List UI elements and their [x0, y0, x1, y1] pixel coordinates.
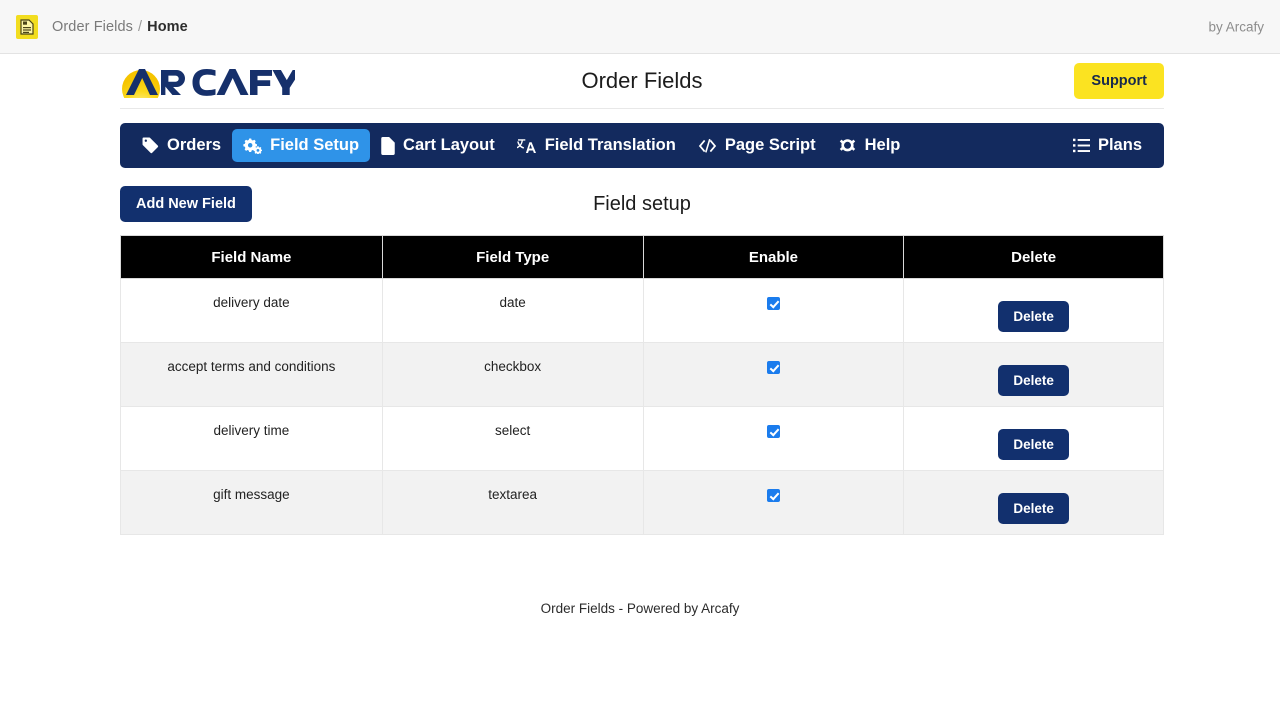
cell-enable — [643, 471, 904, 535]
table-row: gift messagetextarea Delete — [121, 471, 1164, 535]
cell-delete: Delete — [904, 471, 1164, 535]
cell-field-name: delivery date — [121, 279, 383, 343]
enable-checkbox[interactable] — [767, 361, 780, 374]
cell-enable — [643, 279, 904, 343]
cell-delete: Delete — [904, 279, 1164, 343]
lifebuoy-icon — [838, 137, 857, 154]
document-icon — [16, 15, 38, 39]
main-navigation: Orders Field Setup Cart Layout — [120, 123, 1164, 168]
arcafy-logo[interactable] — [120, 64, 295, 98]
nav-item-field-translation[interactable]: Field Translation — [506, 129, 687, 162]
nav-item-cart-layout[interactable]: Cart Layout — [370, 129, 506, 162]
nav-label: Field Translation — [545, 136, 676, 155]
enable-checkbox[interactable] — [767, 489, 780, 502]
enable-checkbox[interactable] — [767, 297, 780, 310]
table-header-row: Field Name Field Type Enable Delete — [121, 236, 1164, 279]
table-body: delivery datedateDeleteaccept terms and … — [121, 279, 1164, 535]
fields-table: Field Name Field Type Enable Delete deli… — [120, 235, 1164, 535]
breadcrumb: Order Fields / Home — [52, 19, 188, 35]
breadcrumb-separator: / — [138, 19, 142, 35]
cell-field-name: delivery time — [121, 407, 383, 471]
column-header-delete: Delete — [904, 236, 1164, 279]
page-content: Order Fields Support Orders Field Setup — [0, 54, 1280, 616]
cell-field-name: gift message — [121, 471, 383, 535]
section-title: Field setup — [120, 193, 1164, 216]
gears-icon — [243, 137, 262, 154]
cell-field-type: date — [382, 279, 643, 343]
column-header-enable: Enable — [643, 236, 904, 279]
breadcrumb-root[interactable]: Order Fields — [52, 19, 133, 35]
cell-field-type: textarea — [382, 471, 643, 535]
action-row: Add New Field Field setup — [120, 185, 1164, 223]
file-icon — [381, 137, 395, 155]
nav-label: Cart Layout — [403, 136, 495, 155]
delete-button[interactable]: Delete — [998, 301, 1069, 332]
cell-enable — [643, 343, 904, 407]
page-footer: Order Fields - Powered by Arcafy — [0, 601, 1280, 616]
cell-enable — [643, 407, 904, 471]
translate-icon — [517, 137, 537, 154]
cell-field-type: select — [382, 407, 643, 471]
enable-checkbox[interactable] — [767, 425, 780, 438]
delete-button[interactable]: Delete — [998, 365, 1069, 396]
list-icon — [1073, 138, 1090, 153]
table-row: delivery datedate Delete — [121, 279, 1164, 343]
tag-icon — [142, 137, 159, 154]
cell-field-name: accept terms and conditions — [121, 343, 383, 407]
nav-label: Help — [865, 136, 901, 155]
nav-label: Field Setup — [270, 136, 359, 155]
nav-label: Orders — [167, 136, 221, 155]
fields-table-container: Field Name Field Type Enable Delete deli… — [120, 235, 1164, 535]
cell-delete: Delete — [904, 407, 1164, 471]
nav-label: Page Script — [725, 136, 816, 155]
delete-button[interactable]: Delete — [998, 493, 1069, 524]
code-icon — [698, 138, 717, 154]
support-button[interactable]: Support — [1074, 63, 1164, 99]
nav-item-help[interactable]: Help — [827, 129, 912, 162]
nav-item-plans[interactable]: Plans — [1062, 129, 1153, 162]
byline-label: by Arcafy — [1208, 19, 1264, 34]
nav-item-field-setup[interactable]: Field Setup — [232, 129, 370, 162]
nav-item-page-script[interactable]: Page Script — [687, 129, 827, 162]
breadcrumb-current: Home — [147, 19, 188, 35]
column-header-field-type: Field Type — [382, 236, 643, 279]
table-row: accept terms and conditionscheckbox Delet… — [121, 343, 1164, 407]
brand-header: Order Fields Support — [120, 54, 1164, 109]
nav-label: Plans — [1098, 136, 1142, 155]
cell-delete: Delete — [904, 343, 1164, 407]
cell-field-type: checkbox — [382, 343, 643, 407]
table-row: delivery timeselect Delete — [121, 407, 1164, 471]
column-header-field-name: Field Name — [121, 236, 383, 279]
breadcrumb-bar: Order Fields / Home by Arcafy — [0, 0, 1280, 54]
table-header: Field Name Field Type Enable Delete — [121, 236, 1164, 279]
nav-item-orders[interactable]: Orders — [131, 129, 232, 162]
add-new-field-button[interactable]: Add New Field — [120, 186, 252, 222]
delete-button[interactable]: Delete — [998, 429, 1069, 460]
